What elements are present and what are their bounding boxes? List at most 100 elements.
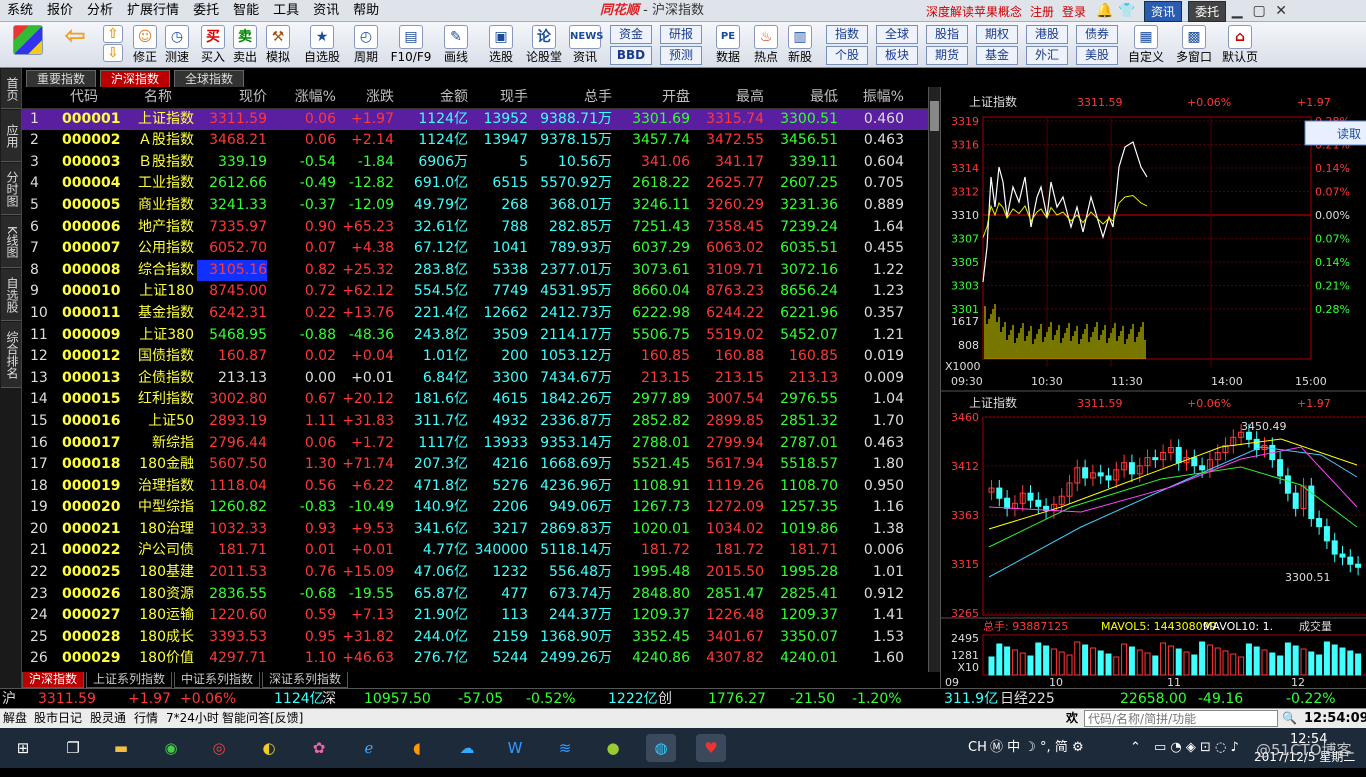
menu-tools[interactable]: 工具 — [266, 0, 306, 22]
table-row[interactable]: 17 000018 180金融 5607.50 1.30 +71.74 207.3亿 4216… — [22, 454, 928, 476]
news-button[interactable]: 资讯 — [1144, 0, 1183, 22]
file-explorer-icon[interactable]: ▬ — [106, 734, 136, 762]
status-diary[interactable]: 股市日记 — [34, 709, 82, 728]
col-code[interactable]: 代码 — [70, 87, 140, 108]
trade-button[interactable]: 委托 — [1188, 0, 1227, 22]
cloud-app-icon[interactable]: ☁ — [452, 734, 482, 762]
toolbar-fix-button[interactable]: ☺ 修正 — [130, 22, 160, 68]
toolbar-simulate-button[interactable]: ⚒ 模拟 — [262, 22, 294, 68]
toolbar-hot-button[interactable]: ♨ 热点 — [750, 22, 782, 68]
btab-shsz[interactable]: 沪深指数 — [22, 672, 85, 688]
btn-fx[interactable]: 外汇 — [1026, 46, 1068, 65]
menu-system[interactable]: 系统 — [0, 0, 40, 22]
table-row[interactable]: 6 000006 地产指数 7335.97 0.90 +65.23 32.61亿 788 282… — [22, 217, 928, 239]
table-row[interactable]: 4 000004 工业指数 2612.66 -0.49 -12.82 691.0亿 6515 5… — [22, 173, 928, 195]
toolbar-multiwin-button[interactable]: ▩ 多窗口 — [1172, 22, 1216, 68]
toolbar-watchlist-button[interactable]: ★ 自选股 — [300, 22, 344, 68]
table-row[interactable]: 14 000015 红利指数 3002.80 0.67 +20.12 181.6亿 4615 1… — [22, 389, 928, 411]
tab-global-index[interactable]: 全球指数 — [174, 70, 245, 87]
hd-app-icon[interactable]: ● — [598, 734, 628, 762]
btab-sh-series[interactable]: 上证系列指数 — [86, 672, 173, 688]
maximize-icon[interactable]: ▢ — [1248, 3, 1270, 19]
col-pct[interactable]: 涨幅% — [272, 87, 336, 108]
btn-fund[interactable]: 基金 — [976, 46, 1018, 65]
btab-csi-series[interactable]: 中证系列指数 — [174, 672, 261, 688]
up-down-button[interactable]: ⇧ ⇩ — [100, 22, 126, 68]
close-icon[interactable]: ✕ — [1270, 3, 1292, 19]
table-row[interactable]: 19 000020 中型综指 1260.82 -0.83 -10.49 140.9亿 2206… — [22, 497, 928, 519]
nav-apps[interactable]: 应用 — [1, 110, 21, 162]
ticker-cy-price[interactable]: 1776.27 — [708, 689, 766, 709]
col-price[interactable]: 现价 — [197, 87, 267, 108]
table-row[interactable]: 16 000017 新综指 2796.44 0.06 +1.72 1117亿 13933 935… — [22, 433, 928, 455]
search-input[interactable] — [1084, 710, 1278, 727]
nav-watchlist[interactable]: 自选股 — [1, 269, 21, 321]
login-link[interactable]: 登录 — [1062, 3, 1086, 20]
tab-shsz-index[interactable]: 沪深指数 — [100, 70, 171, 87]
col-open[interactable]: 开盘 — [616, 87, 690, 108]
back-button[interactable]: ⇦ — [58, 22, 92, 68]
col-high[interactable]: 最高 — [694, 87, 764, 108]
status-guling[interactable]: 股灵通 — [90, 709, 126, 728]
table-row[interactable]: 10 000011 基金指数 6242.31 0.22 +13.76 221.4亿 12662… — [22, 303, 928, 325]
toolbar-forum-button[interactable]: 论论股堂 — [524, 22, 564, 68]
table-row[interactable]: 18 000019 治理指数 1118.04 0.56 +6.22 471.8亿 5276 42… — [22, 476, 928, 498]
menu-smart[interactable]: 智能 — [226, 0, 266, 22]
btn-index[interactable]: 指数 — [826, 25, 868, 44]
toolbar-speed-button[interactable]: ◷ 测速 — [162, 22, 192, 68]
status-qa[interactable]: 智能问答[反馈] — [222, 709, 303, 728]
nav-home[interactable]: 首页 — [1, 69, 21, 109]
toolbar-buy-button[interactable]: 买买入 — [198, 22, 228, 68]
toolbar-news-button[interactable]: NEWS 资讯 — [568, 22, 603, 68]
btn-futures[interactable]: 期货 — [926, 46, 968, 65]
col-change[interactable]: 涨跌 — [340, 87, 394, 108]
toolbar-select-button[interactable]: ▣ 选股 — [480, 22, 522, 68]
ticker-sz-price[interactable]: 10957.50 — [364, 689, 431, 709]
menu-extended[interactable]: 扩展行情 — [120, 0, 186, 22]
col-name[interactable]: 名称 — [144, 87, 172, 108]
nav-ranking[interactable]: 综合排名 — [1, 322, 21, 388]
menu-news[interactable]: 资讯 — [306, 0, 346, 22]
nav-kline[interactable]: K线图 — [1, 216, 21, 268]
toolbar-sell-button[interactable]: 卖卖出 — [230, 22, 260, 68]
toolbar-default-button[interactable]: ⌂ 默认页 — [1218, 22, 1262, 68]
table-row[interactable]: 12 000012 国债指数 160.87 0.02 +0.04 1.01亿 200 1053.… — [22, 346, 928, 368]
table-row[interactable]: 11 000009 上证380 5468.95 -0.88 -48.36 243.8亿 350… — [22, 325, 928, 347]
table-row[interactable]: 24 000027 180运输 1220.60 0.59 +7.13 21.90亿 113 24… — [22, 605, 928, 627]
table-row[interactable]: 22 000025 180基建 2011.53 0.76 +15.09 47.06亿 1232… — [22, 562, 928, 584]
menu-help[interactable]: 帮助 — [346, 0, 386, 22]
table-row[interactable]: 8 000008 综合指数 3105.16 0.82 +25.32 283.8亿 5338 23… — [22, 259, 928, 282]
tray-m-icon[interactable]: Ⓜ 中 ☽ °, 简 ⚙ — [990, 728, 1084, 768]
btn-bbd[interactable]: BBD — [610, 46, 652, 65]
charts-svg[interactable]: 上证指数 3311.59 +0.06% +1.97 3319 0.28% 3316 0.21%… — [941, 87, 1366, 689]
table-row[interactable]: 2 000002 Ａ股指数 3468.21 0.06 +2.14 1124亿 13947 937… — [22, 130, 928, 152]
table-row[interactable]: 3 000003 Ｂ股指数 339.19 -0.54 -1.84 6906万 5 10.56万 3… — [22, 152, 928, 174]
toolbar-draw-button[interactable]: ✎ 画线 — [436, 22, 476, 68]
col-low[interactable]: 最低 — [772, 87, 838, 108]
promo-link[interactable]: 深度解读苹果概念 — [926, 3, 1022, 20]
btn-us[interactable]: 美股 — [1076, 46, 1118, 65]
chrome-icon[interactable]: ◎ — [204, 734, 234, 762]
audio-app-icon[interactable]: ◖ — [402, 734, 432, 762]
table-row[interactable]: 5 000005 商业指数 3241.33 -0.37 -12.09 49.79亿 268 36… — [22, 195, 928, 217]
btn-funds[interactable]: 资金 — [610, 25, 652, 44]
btn-stocks[interactable]: 个股 — [826, 46, 868, 65]
table-row[interactable]: 7 000007 公用指数 6052.70 0.07 +4.38 67.12亿 1041 789… — [22, 238, 928, 260]
color-app-icon[interactable]: ✿ — [304, 734, 334, 762]
col-amplitude[interactable]: 振幅% — [842, 87, 904, 108]
bell-icon[interactable]: 🔔 — [1094, 3, 1116, 19]
btn-options[interactable]: 期权 — [976, 25, 1018, 44]
btn-stock-index[interactable]: 股指 — [926, 25, 968, 44]
btab-sz-series[interactable]: 深证系列指数 — [262, 672, 349, 688]
toolbar-ipo-button[interactable]: ▥ 新股 — [784, 22, 816, 68]
nav-intraday[interactable]: 分时图 — [1, 163, 21, 215]
tray-ime[interactable]: CH — [968, 728, 987, 768]
btn-forecast[interactable]: 预测 — [660, 46, 702, 65]
col-lots[interactable]: 现手 — [472, 87, 528, 108]
ticker-sh-price[interactable]: 3311.59 — [38, 689, 96, 709]
status-quote[interactable]: 行情 — [134, 709, 158, 728]
table-row[interactable]: 20 000021 180治理 1032.33 0.93 +9.53 341.6亿 3217 2… — [22, 519, 928, 541]
yellow-app-icon[interactable]: ◐ — [254, 734, 284, 762]
btn-bonds[interactable]: 债券 — [1076, 25, 1118, 44]
btn-sectors[interactable]: 板块 — [876, 46, 918, 65]
